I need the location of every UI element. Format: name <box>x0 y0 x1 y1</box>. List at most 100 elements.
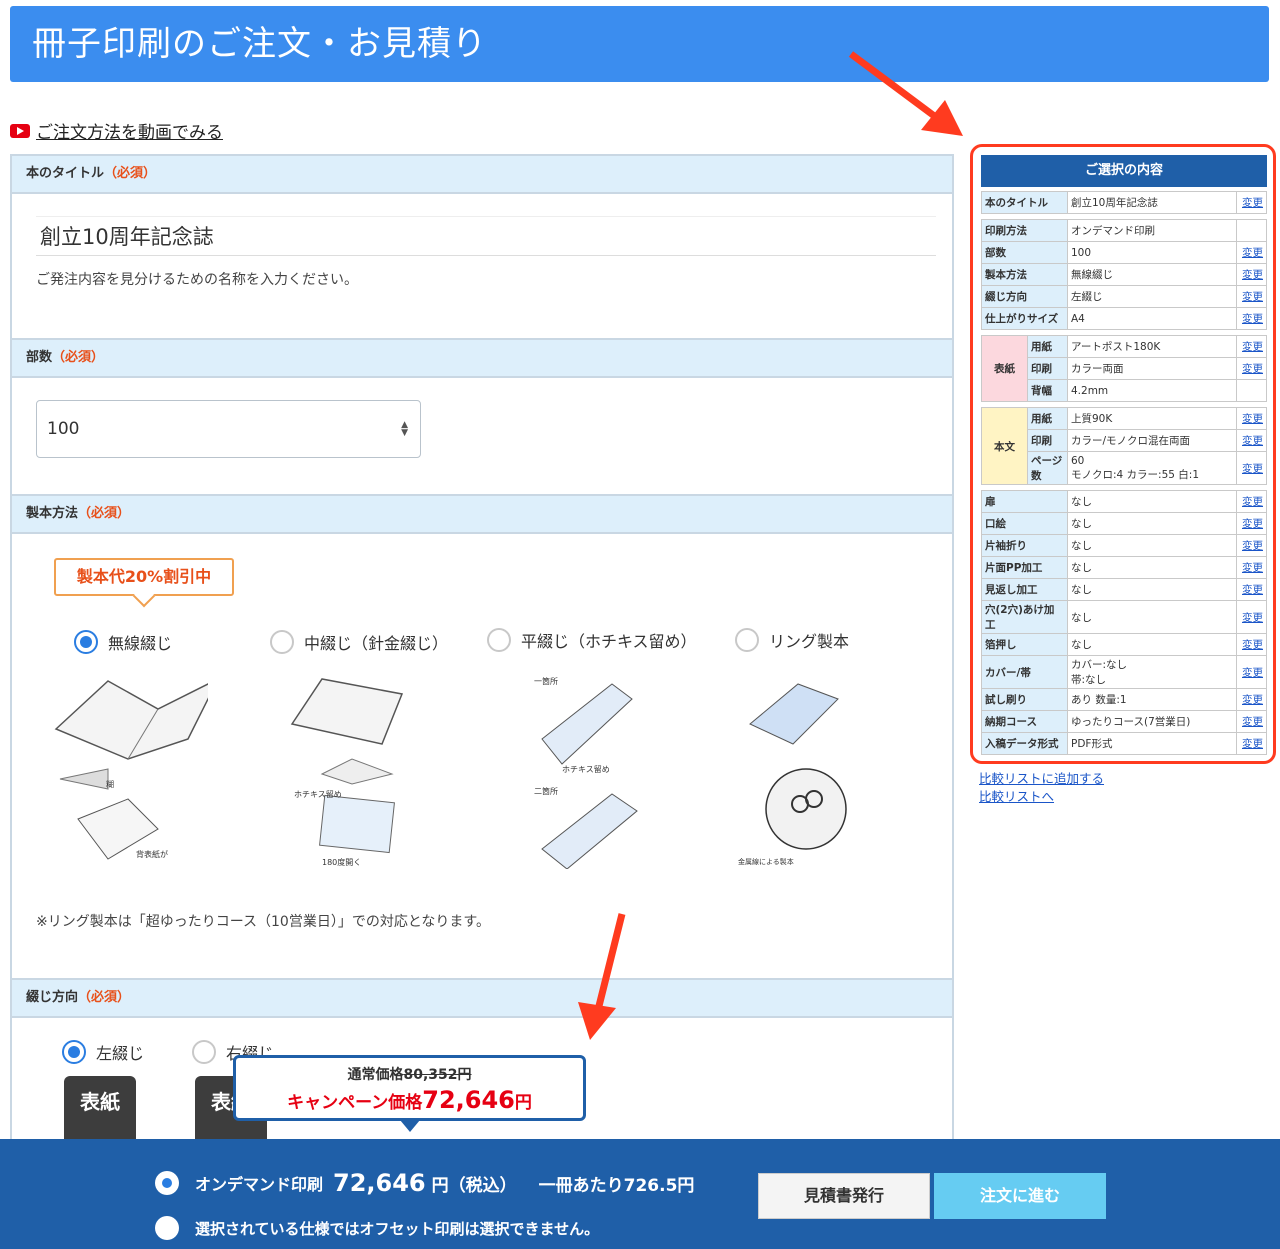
summary-row: 入稿データ形式 PDF形式 変更 <box>981 732 1267 755</box>
add-compare-link[interactable]: 比較リストに追加する <box>979 768 1104 787</box>
change-link[interactable]: 変更 <box>1236 490 1267 513</box>
summary-key: 印刷 <box>1027 357 1068 380</box>
radio-unselected[interactable] <box>270 630 294 654</box>
left-binding-book-illustration: 表紙 <box>64 1076 136 1144</box>
change-link[interactable]: 変更 <box>1236 534 1267 557</box>
summary-key: 印刷 <box>1027 429 1068 452</box>
change-link[interactable]: 変更 <box>1236 600 1267 634</box>
summary-key: 部数 <box>981 241 1068 264</box>
change-link[interactable]: 変更 <box>1236 556 1267 579</box>
summary-key: 綴じ方向 <box>981 285 1068 308</box>
summary-key: 本のタイトル <box>981 191 1068 214</box>
change-link[interactable]: 変更 <box>1236 285 1267 308</box>
section-label: 本のタイトル <box>26 166 105 181</box>
summary-value: 左綴じ <box>1067 285 1237 308</box>
binding-option-flat[interactable]: 平綴じ（ホチキス留め） <box>487 628 697 652</box>
caption-staple2: ホチキス留め <box>562 764 610 774</box>
summary-row: 片面PP加工 なし 変更 <box>981 556 1267 579</box>
change-link[interactable]: 変更 <box>1236 357 1267 380</box>
summary-group: 本文 <box>981 407 1028 485</box>
change-link[interactable]: 変更 <box>1236 732 1267 755</box>
summary-key: 片面PP加工 <box>981 556 1068 579</box>
order-form: 本のタイトル（必須） 創立10周年記念誌 ご発注内容を見分けるための名称を入力く… <box>10 154 954 1144</box>
summary-key: 背幅 <box>1027 379 1068 402</box>
video-link[interactable]: ご注文方法を動画でみる <box>10 118 223 143</box>
option-label: リング製本 <box>769 632 850 651</box>
change-link[interactable]: 変更 <box>1236 655 1267 689</box>
summary-group: 表紙 <box>981 335 1028 402</box>
quote-button[interactable]: 見積書発行 <box>758 1173 930 1219</box>
direction-option-left[interactable]: 左綴じ <box>62 1040 144 1064</box>
summary-row: 片袖折り なし 変更 <box>981 534 1267 557</box>
change-link[interactable]: 変更 <box>1236 512 1267 535</box>
summary-key: 穴(2穴)あけ加工 <box>981 600 1068 634</box>
binding-option-perfect[interactable]: 無線綴じ <box>74 630 172 654</box>
radio-selected[interactable] <box>62 1040 86 1064</box>
caption-one-spot: 一箇所 <box>534 676 558 686</box>
section-label: 部数 <box>26 350 53 365</box>
change-link[interactable]: 変更 <box>1236 688 1267 711</box>
radio-selected[interactable] <box>155 1171 179 1195</box>
summary-value: なし <box>1067 578 1237 601</box>
summary-key: 片袖折り <box>981 534 1068 557</box>
summary-value: なし <box>1067 512 1237 535</box>
summary-key: カバー/帯 <box>981 655 1068 689</box>
summary-row: 箔押し なし 変更 <box>981 633 1267 656</box>
section-header-title: 本のタイトル（必須） <box>12 154 952 194</box>
summary-value: カラー両面 <box>1067 357 1237 380</box>
section-header-qty: 部数（必須） <box>12 338 952 378</box>
change-link[interactable]: 変更 <box>1236 429 1267 452</box>
order-button[interactable]: 注文に進む <box>934 1173 1106 1219</box>
summary-key: 用紙 <box>1027 407 1068 430</box>
discount-badge: 製本代20%割引中 <box>54 558 234 596</box>
required-tag: （必須） <box>52 350 105 365</box>
summary-value: なし <box>1067 556 1237 579</box>
compare-list-link[interactable]: 比較リストへ <box>979 786 1054 805</box>
change-link[interactable]: 変更 <box>1236 191 1267 214</box>
ring-binding-illustration: 金属線による製本 <box>738 683 847 866</box>
section-header-binding: 製本方法（必須） <box>12 494 952 534</box>
option-label: 中綴じ（針金綴じ） <box>304 634 449 653</box>
change-link[interactable]: 変更 <box>1236 263 1267 286</box>
radio-unselected[interactable] <box>487 628 511 652</box>
radio-unselected[interactable] <box>155 1216 179 1240</box>
change-link[interactable]: 変更 <box>1236 407 1267 430</box>
summary-value: あり 数量:1 <box>1067 688 1237 711</box>
caption-180: 180度開く <box>322 857 361 867</box>
change-link[interactable]: 変更 <box>1236 633 1267 656</box>
radio-unselected[interactable] <box>192 1040 216 1064</box>
option-label: 平綴じ（ホチキス留め） <box>521 632 697 651</box>
summary-key: 入稿データ形式 <box>981 732 1068 755</box>
radio-selected[interactable] <box>74 630 98 654</box>
summary-key: 製本方法 <box>981 263 1068 286</box>
radio-unselected[interactable] <box>735 628 759 652</box>
summary-key: 見返し加工 <box>981 578 1068 601</box>
summary-row: 扉なし 変更 <box>981 490 1267 513</box>
ondemand-option[interactable]: オンデマンド印刷 72,646 円（税込） 一冊あたり726.5円 <box>155 1169 694 1197</box>
summary-value: ゆったりコース(7営業日) <box>1067 710 1237 733</box>
change-link[interactable]: 変更 <box>1236 241 1267 264</box>
title-input[interactable]: 創立10周年記念誌 <box>36 216 936 256</box>
quantity-stepper[interactable]: ▲ ▼ <box>401 421 408 438</box>
page-title: 冊子印刷のご注文・お見積り <box>32 24 487 64</box>
offset-option[interactable]: 選択されている仕様ではオフセット印刷は選択できません。 <box>155 1216 599 1240</box>
change-link[interactable]: 変更 <box>1236 710 1267 733</box>
change-link[interactable]: 変更 <box>1236 307 1267 330</box>
summary-key: 納期コース <box>981 710 1068 733</box>
summary-row: 表紙 用紙 アートポスト180K 変更 <box>981 335 1267 402</box>
summary-row: カバー/帯 カバー:なし 帯:なし 変更 <box>981 655 1267 689</box>
price-unit: 円（税込） <box>431 1175 517 1196</box>
change-link[interactable]: 変更 <box>1236 451 1267 485</box>
summary-value: なし <box>1067 534 1237 557</box>
binding-option-ring[interactable]: リング製本 <box>735 628 849 652</box>
option-label: 無線綴じ <box>108 634 173 653</box>
change-link[interactable]: 変更 <box>1236 335 1267 358</box>
summary-key: 箔押し <box>981 633 1068 656</box>
binding-option-saddle[interactable]: 中綴じ（針金綴じ） <box>270 630 448 654</box>
method-label: オンデマンド印刷 <box>195 1175 324 1194</box>
summary-value: なし <box>1067 633 1237 656</box>
offset-unavailable-text: 選択されている仕様ではオフセット印刷は選択できません。 <box>195 1219 600 1238</box>
quantity-input[interactable]: 100 ▲ ▼ <box>36 400 421 458</box>
caption-metal: 金属線による製本 <box>738 857 794 866</box>
change-link[interactable]: 変更 <box>1236 578 1267 601</box>
